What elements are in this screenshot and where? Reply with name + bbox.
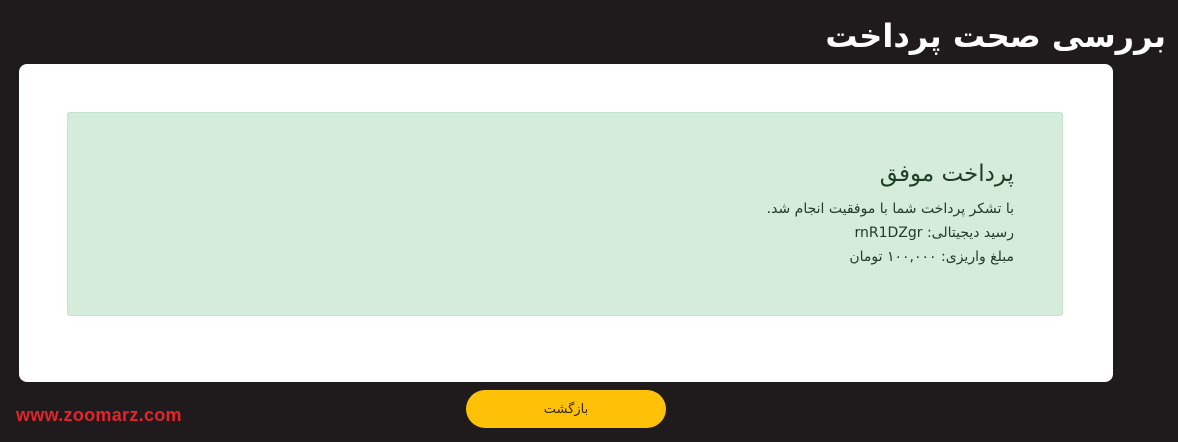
content-card: پرداخت موفق با تشکر پرداخت شما با موفقیت…	[19, 64, 1113, 382]
page-title: بررسی صحت پرداخت	[825, 17, 1166, 55]
back-button[interactable]: بازگشت	[466, 390, 666, 428]
success-alert: پرداخت موفق با تشکر پرداخت شما با موفقیت…	[67, 112, 1063, 316]
watermark-text: www.zoomarz.com	[16, 405, 182, 425]
amount-line: مبلغ واریزی: ۱۰۰,۰۰۰ تومان	[849, 249, 1014, 265]
receipt-line: رسید دیجیتالی: rnR1DZgr	[854, 225, 1014, 241]
alert-heading: پرداخت موفق	[879, 161, 1014, 187]
alert-message: با تشکر پرداخت شما با موفقیت انجام شد.	[766, 201, 1014, 217]
